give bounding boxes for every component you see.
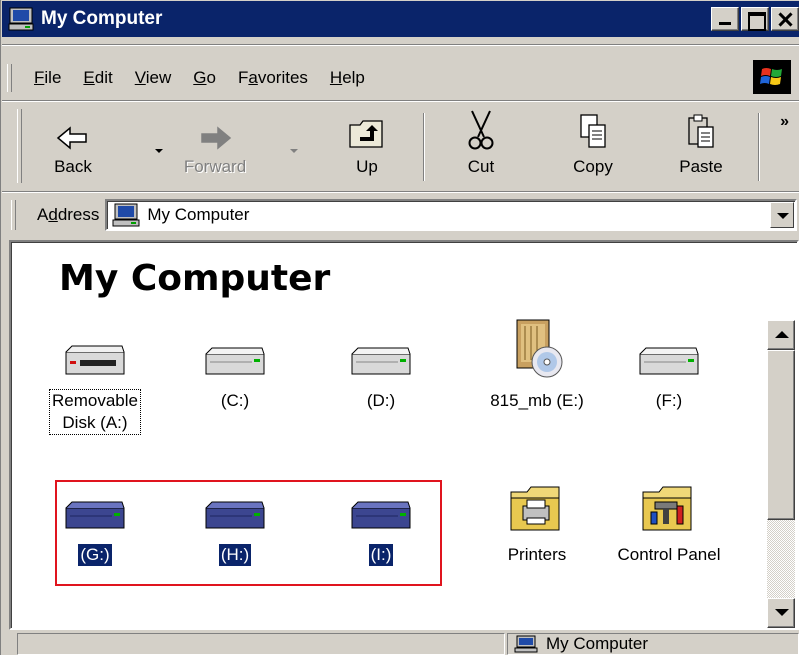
close-button[interactable] xyxy=(771,7,799,31)
address-dropdown-button[interactable] xyxy=(770,202,794,228)
up-folder-icon xyxy=(348,107,386,151)
explorer-window: My Computer File Edit View Go Favorites … xyxy=(0,0,799,655)
copy-button[interactable]: Copy xyxy=(555,107,631,185)
status-pane xyxy=(17,633,505,655)
title-bar[interactable]: My Computer xyxy=(2,1,799,37)
selection-highlight-box xyxy=(55,480,442,586)
drive-item-e[interactable]: 815_mb (E:) xyxy=(467,318,607,412)
drive-item-d[interactable]: (D:) xyxy=(311,318,451,412)
menu-help[interactable]: Help xyxy=(319,68,376,88)
back-arrow-icon xyxy=(56,107,90,151)
my-computer-icon xyxy=(8,7,34,31)
my-computer-icon xyxy=(514,635,538,653)
paste-icon xyxy=(686,107,716,151)
menu-bar: File Edit View Go Favorites Help xyxy=(7,58,799,98)
menu-edit[interactable]: Edit xyxy=(72,68,123,88)
maximize-button[interactable] xyxy=(741,7,769,31)
forward-dropdown-arrow[interactable] xyxy=(290,149,298,153)
divider xyxy=(2,44,799,46)
windows-logo-icon xyxy=(753,60,791,94)
menu-go[interactable]: Go xyxy=(182,68,227,88)
printers-folder-icon xyxy=(467,472,607,534)
item-label: Control Panel xyxy=(617,545,721,564)
scroll-up-button[interactable] xyxy=(767,320,795,350)
address-input[interactable]: My Computer xyxy=(105,199,797,231)
menu-favorites[interactable]: Favorites xyxy=(227,68,319,88)
back-button[interactable]: Back xyxy=(35,107,111,185)
cut-button[interactable]: Cut xyxy=(443,107,519,185)
minimize-button[interactable] xyxy=(711,7,739,31)
divider xyxy=(2,191,799,193)
drive-label: (D:) xyxy=(366,391,396,410)
scroll-down-button[interactable] xyxy=(767,598,795,628)
drive-item-c[interactable]: (C:) xyxy=(165,318,305,412)
address-label: Address xyxy=(37,205,100,224)
control-panel-item[interactable]: Control Panel xyxy=(599,472,739,566)
toolbar-separator xyxy=(423,113,425,181)
back-dropdown-arrow[interactable] xyxy=(155,149,163,153)
toolbar-more-chevron[interactable]: » xyxy=(780,113,789,131)
drive-item-f[interactable]: (F:) xyxy=(599,318,739,412)
page-title: My Computer xyxy=(59,258,331,299)
hard-drive-icon xyxy=(599,318,739,380)
status-zone-pane: My Computer xyxy=(507,633,799,655)
vertical-scrollbar[interactable] xyxy=(767,320,795,628)
drive-label: (C:) xyxy=(220,391,250,410)
scroll-thumb[interactable] xyxy=(767,350,795,520)
forward-arrow-icon xyxy=(198,107,232,151)
printers-item[interactable]: Printers xyxy=(467,472,607,566)
folder-view: My Computer Removable Disk (A:) (C:) (D:… xyxy=(9,240,799,630)
standard-toolbar: Back Forward Up Cut Copy Paste » xyxy=(9,103,799,189)
paste-button[interactable]: Paste xyxy=(663,107,739,185)
hard-drive-icon xyxy=(165,318,305,380)
item-label: Printers xyxy=(507,545,567,564)
divider xyxy=(2,100,799,102)
address-value: My Computer xyxy=(147,205,250,224)
cd-drive-icon xyxy=(467,318,607,380)
drive-item-a[interactable]: Removable Disk (A:) xyxy=(25,318,165,435)
up-button[interactable]: Up xyxy=(329,107,405,185)
forward-button[interactable]: Forward xyxy=(177,107,253,185)
hard-drive-icon xyxy=(311,318,451,380)
status-bar: My Computer xyxy=(9,631,799,655)
my-computer-icon xyxy=(112,203,140,227)
control-panel-folder-icon xyxy=(599,472,739,534)
drive-label: (F:) xyxy=(655,391,683,410)
menu-view[interactable]: View xyxy=(124,68,183,88)
scissors-icon xyxy=(466,107,496,151)
copy-icon xyxy=(578,107,608,151)
toolbar-separator xyxy=(758,113,760,181)
drive-label: Removable Disk (A:) xyxy=(49,389,141,435)
window-title: My Computer xyxy=(41,8,163,29)
drive-label: 815_mb (E:) xyxy=(490,391,584,410)
floppy-drive-icon xyxy=(25,318,165,380)
menu-file[interactable]: File xyxy=(23,68,72,88)
address-bar: Address My Computer xyxy=(9,196,799,234)
